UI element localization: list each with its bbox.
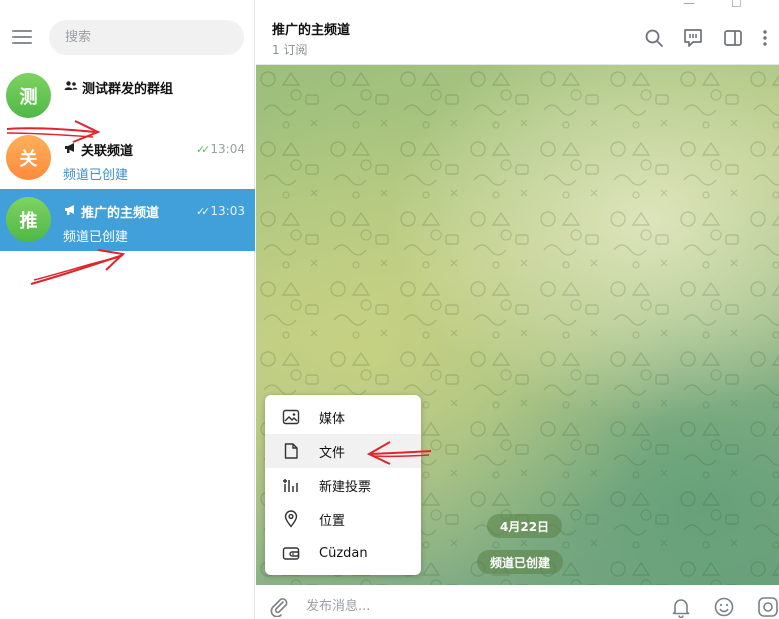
poll-icon	[282, 476, 300, 494]
chat-item-group[interactable]: 测 测试群发的群组	[0, 65, 255, 127]
hamburger-menu-icon[interactable]	[12, 30, 32, 46]
megaphone-icon	[64, 204, 77, 220]
discussion-icon[interactable]	[682, 27, 704, 49]
chat-item-linked-channel[interactable]: 关 关联频道 ✓✓ 13:04 频道已创建	[0, 127, 255, 189]
attach-menu-label: 新建投票	[319, 479, 372, 495]
attach-menu-label: 位置	[319, 513, 346, 529]
camera-icon[interactable]	[757, 596, 779, 618]
chat-preview: 频道已创建	[63, 230, 129, 245]
chat-background: 媒体 文件 新建投票 位置 Cüzdan 4月22日 频道已创建	[256, 65, 779, 585]
conversation-panel: 推广的主频道 1 订阅 媒体 文件 新建投票 位置 Cüzdan 4月22日 频…	[256, 0, 779, 619]
chat-title-text: 关联频道	[81, 144, 134, 159]
file-icon	[282, 442, 300, 460]
conversation-header: 推广的主频道 1 订阅	[256, 10, 779, 65]
bell-icon[interactable]	[670, 596, 692, 619]
chat-time-text: 13:04	[210, 142, 245, 156]
attach-menu-item-location[interactable]: 位置	[265, 502, 421, 536]
group-icon	[64, 80, 78, 96]
wallet-icon	[282, 544, 300, 562]
location-icon	[282, 510, 300, 528]
chat-title-text: 推广的主频道	[81, 206, 160, 221]
attach-menu-item-file[interactable]: 文件	[265, 434, 421, 468]
chat-list-panel: 测 测试群发的群组 关 关联频道 ✓✓ 13:04 频道已创建 推 推广的主频道	[0, 0, 255, 619]
chat-time: ✓✓ 13:03	[196, 204, 245, 218]
chat-title: 关联频道	[64, 140, 133, 159]
date-separator: 4月22日	[487, 514, 563, 538]
search-input[interactable]	[49, 20, 244, 55]
chat-title: 测试群发的群组	[64, 78, 173, 97]
attach-menu-item-poll[interactable]: 新建投票	[265, 468, 421, 502]
paperclip-icon[interactable]	[268, 595, 290, 618]
image-icon	[282, 408, 300, 426]
channel-title[interactable]: 推广的主频道	[272, 19, 350, 38]
search-icon[interactable]	[643, 27, 665, 49]
avatar: 推	[6, 197, 51, 242]
channel-subscribers: 1 订阅	[272, 43, 308, 57]
attach-menu-label: 媒体	[319, 411, 346, 427]
attach-menu-item-media[interactable]: 媒体	[265, 400, 421, 434]
sidebar-toggle-icon[interactable]	[722, 27, 744, 49]
avatar: 测	[6, 73, 51, 118]
chat-preview: 频道已创建	[63, 168, 129, 183]
double-check-icon: ✓✓	[195, 204, 211, 218]
chat-title-text: 测试群发的群组	[82, 82, 174, 97]
double-check-icon: ✓✓	[195, 142, 211, 156]
chat-time: ✓✓ 13:04	[196, 142, 245, 156]
service-message: 频道已创建	[477, 550, 564, 574]
chat-time-text: 13:03	[210, 204, 245, 218]
attach-menu-label: 文件	[319, 445, 346, 461]
chat-item-main-channel[interactable]: 推 推广的主频道 ✓✓ 13:03 频道已创建	[0, 189, 255, 251]
avatar: 关	[6, 135, 51, 180]
chat-title: 推广的主频道	[64, 202, 159, 221]
message-composer	[256, 585, 779, 619]
message-input[interactable]	[306, 595, 606, 617]
attach-menu-label: Cüzdan	[319, 545, 368, 561]
attach-menu-item-wallet[interactable]: Cüzdan	[265, 536, 421, 570]
megaphone-icon	[64, 142, 77, 158]
attach-menu: 媒体 文件 新建投票 位置 Cüzdan	[265, 395, 421, 575]
more-options-icon[interactable]	[758, 27, 772, 49]
emoji-icon[interactable]	[713, 596, 735, 618]
